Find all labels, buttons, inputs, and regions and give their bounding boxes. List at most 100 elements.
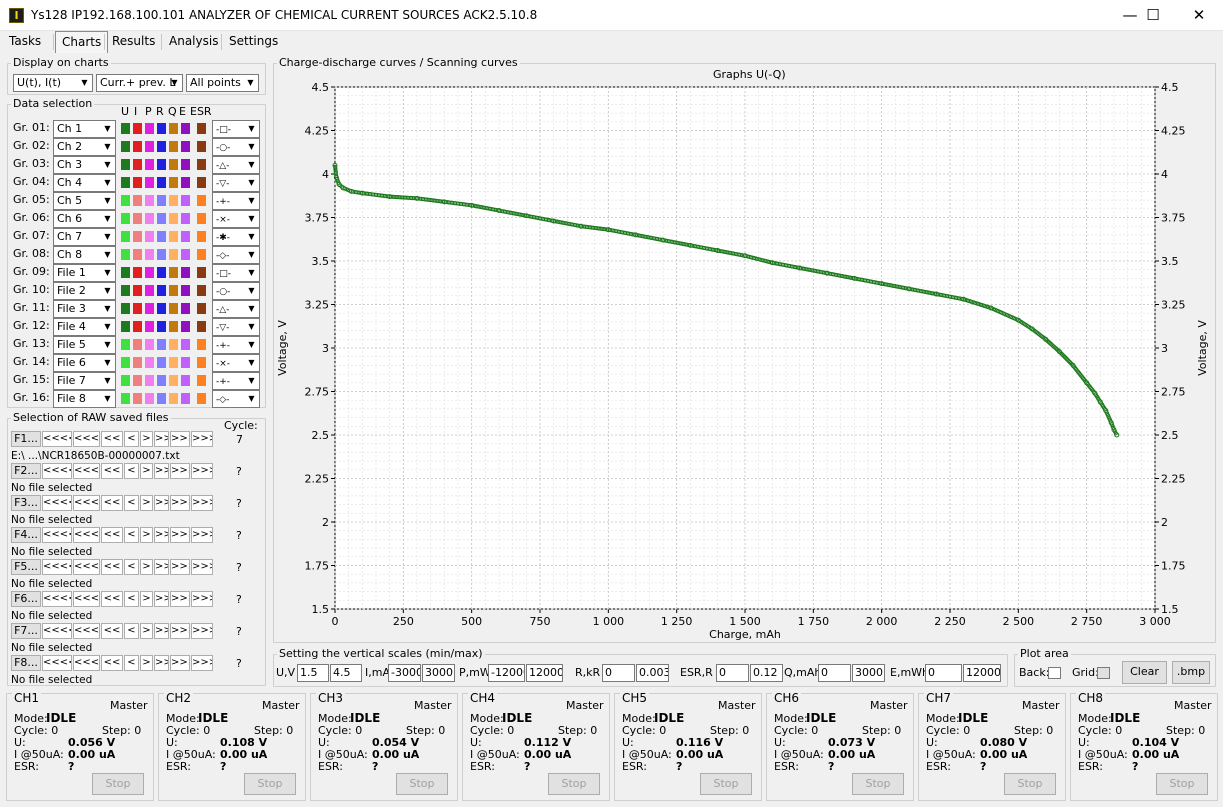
graph-source-combo[interactable]: File 6 ▼ (53, 354, 116, 372)
marker-combo[interactable]: -◇- ▼ (212, 390, 260, 408)
file-nav-button[interactable]: >>>> (191, 527, 213, 543)
channel-stop-button[interactable]: Stop (700, 773, 752, 795)
scale-max-input[interactable]: 3000 (422, 664, 455, 682)
file-nav-button[interactable]: >> (154, 463, 169, 479)
file-nav-button[interactable]: > (140, 495, 153, 511)
color-swatch[interactable] (157, 339, 166, 350)
color-swatch[interactable] (133, 213, 142, 224)
marker-combo[interactable]: -+- ▼ (212, 336, 260, 354)
color-swatch[interactable] (181, 177, 190, 188)
color-swatch[interactable] (145, 249, 154, 260)
file-nav-button[interactable]: << (101, 495, 123, 511)
color-swatch[interactable] (145, 195, 154, 206)
file-open-button[interactable]: F3... (11, 495, 41, 511)
file-nav-button[interactable]: >>>> (191, 591, 213, 607)
color-swatch[interactable] (181, 249, 190, 260)
color-swatch[interactable] (157, 141, 166, 152)
color-swatch[interactable] (133, 285, 142, 296)
color-swatch[interactable] (169, 375, 178, 386)
file-nav-button[interactable]: < (124, 431, 139, 447)
color-swatch[interactable] (197, 231, 206, 242)
color-swatch[interactable] (169, 249, 178, 260)
color-swatch[interactable] (197, 141, 206, 152)
color-swatch[interactable] (133, 249, 142, 260)
scale-min-input[interactable]: 0 (925, 664, 962, 682)
color-swatch[interactable] (157, 357, 166, 368)
scale-max-input[interactable]: 4.5 (330, 664, 362, 682)
marker-combo[interactable]: -□- ▼ (212, 264, 260, 282)
file-nav-button[interactable]: >>> (170, 559, 190, 575)
scale-min-input[interactable]: 0 (818, 664, 851, 682)
file-nav-button[interactable]: >> (154, 655, 169, 671)
color-swatch[interactable] (197, 249, 206, 260)
file-nav-button[interactable]: <<< (73, 559, 100, 575)
color-swatch[interactable] (197, 159, 206, 170)
marker-combo[interactable]: -×- ▼ (212, 210, 260, 228)
channel-stop-button[interactable]: Stop (1156, 773, 1208, 795)
color-swatch[interactable] (121, 213, 130, 224)
color-swatch[interactable] (169, 231, 178, 242)
color-swatch[interactable] (157, 231, 166, 242)
color-swatch[interactable] (197, 195, 206, 206)
file-nav-button[interactable]: < (124, 623, 139, 639)
color-swatch[interactable] (157, 375, 166, 386)
color-swatch[interactable] (181, 123, 190, 134)
file-nav-button[interactable]: > (140, 591, 153, 607)
color-swatch[interactable] (169, 321, 178, 332)
maximize-button[interactable]: ☐ (1130, 0, 1176, 31)
color-swatch[interactable] (197, 321, 206, 332)
file-nav-button[interactable]: >>> (170, 591, 190, 607)
color-swatch[interactable] (197, 375, 206, 386)
color-swatch[interactable] (121, 123, 130, 134)
color-swatch[interactable] (169, 339, 178, 350)
color-swatch[interactable] (145, 285, 154, 296)
file-nav-button[interactable]: <<< (73, 623, 100, 639)
color-swatch[interactable] (157, 321, 166, 332)
color-swatch[interactable] (197, 357, 206, 368)
file-nav-button[interactable]: >>> (170, 655, 190, 671)
marker-combo[interactable]: -○- ▼ (212, 138, 260, 156)
scale-max-input[interactable]: 12000 (526, 664, 563, 682)
graph-source-combo[interactable]: Ch 5 ▼ (53, 192, 116, 210)
graph-source-combo[interactable]: Ch 1 ▼ (53, 120, 116, 138)
color-swatch[interactable] (145, 357, 154, 368)
color-swatch[interactable] (181, 195, 190, 206)
file-nav-button[interactable]: < (124, 655, 139, 671)
graph-source-combo[interactable]: File 7 ▼ (53, 372, 116, 390)
color-swatch[interactable] (181, 303, 190, 314)
color-swatch[interactable] (121, 177, 130, 188)
color-swatch[interactable] (133, 375, 142, 386)
color-swatch[interactable] (197, 123, 206, 134)
color-swatch[interactable] (169, 357, 178, 368)
graph-source-combo[interactable]: Ch 2 ▼ (53, 138, 116, 156)
file-nav-button[interactable]: <<< (73, 431, 100, 447)
color-swatch[interactable] (157, 249, 166, 260)
channel-stop-button[interactable]: Stop (852, 773, 904, 795)
color-swatch[interactable] (133, 231, 142, 242)
color-swatch[interactable] (121, 267, 130, 278)
color-swatch[interactable] (133, 321, 142, 332)
file-nav-button[interactable]: >> (154, 591, 169, 607)
color-swatch[interactable] (157, 123, 166, 134)
file-open-button[interactable]: F6... (11, 591, 41, 607)
file-nav-button[interactable]: <<< (73, 655, 100, 671)
graph-source-combo[interactable]: File 3 ▼ (53, 300, 116, 318)
file-nav-button[interactable]: >>>> (191, 463, 213, 479)
graph-source-combo[interactable]: Ch 8 ▼ (53, 246, 116, 264)
color-swatch[interactable] (181, 339, 190, 350)
color-swatch[interactable] (157, 303, 166, 314)
file-open-button[interactable]: F2... (11, 463, 41, 479)
marker-combo[interactable]: -▽- ▼ (212, 318, 260, 336)
file-nav-button[interactable]: << (101, 591, 123, 607)
file-nav-button[interactable]: >> (154, 623, 169, 639)
channel-stop-button[interactable]: Stop (396, 773, 448, 795)
color-swatch[interactable] (121, 159, 130, 170)
color-swatch[interactable] (145, 321, 154, 332)
graph-source-combo[interactable]: File 8 ▼ (53, 390, 116, 408)
file-nav-button[interactable]: <<< (73, 591, 100, 607)
display-mode-combo[interactable]: U(t), I(t) ▼ (13, 74, 93, 92)
file-nav-button[interactable]: <<<< (42, 463, 72, 479)
file-nav-button[interactable]: <<< (73, 495, 100, 511)
graph-source-combo[interactable]: Ch 3 ▼ (53, 156, 116, 174)
file-nav-button[interactable]: <<<< (42, 527, 72, 543)
